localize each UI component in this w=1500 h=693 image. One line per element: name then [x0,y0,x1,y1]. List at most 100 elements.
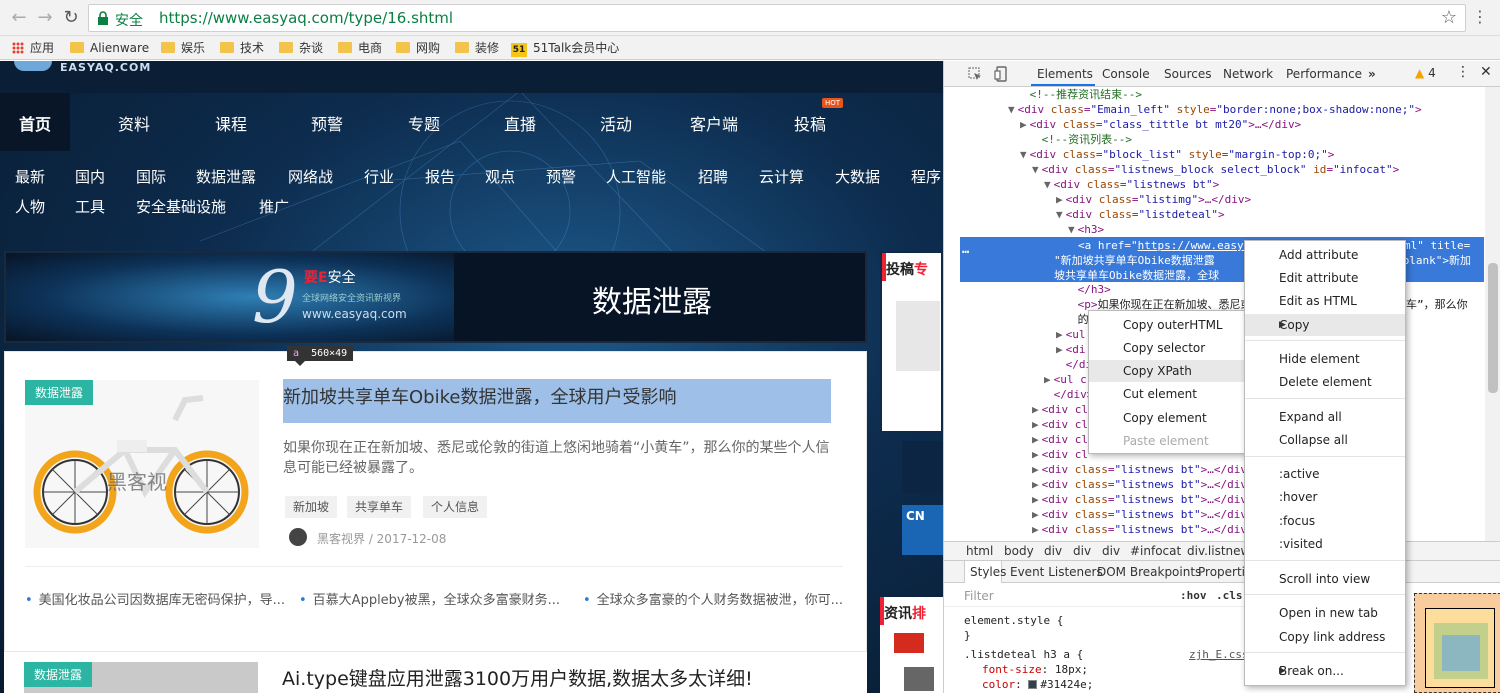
dom-node-line[interactable]: ▶ <div class="listnews bt">…</div [1032,507,1247,522]
menu-copy-outerhtml[interactable]: Copy outerHTML [1089,314,1245,336]
selected-node-text[interactable]: <a href="https://www.easya [1078,238,1250,253]
bookmark-alienware[interactable]: Alienware [70,39,149,57]
nav-events[interactable]: 活动 [600,111,632,135]
breadcrumb-item[interactable]: html [966,544,993,558]
menu-delete-element[interactable]: Delete element [1245,371,1405,393]
article-thumbnail[interactable]: 数据泄露 黑客视 [25,380,259,548]
nav-courses[interactable]: 课程 [215,111,247,135]
menu-add-attribute[interactable]: Add attribute [1245,244,1405,266]
dom-node-line[interactable]: ▼ <div class="Emain_left" style="border:n… [1008,102,1422,117]
subnav-reports[interactable]: 报告 [425,166,455,187]
tab-sources[interactable]: Sources [1164,67,1211,81]
bookmark-entertainment[interactable]: 娱乐 [161,39,205,57]
dom-node-line[interactable]: ▼ <h3> [1068,222,1104,237]
selected-node-text[interactable]: ml" title= [1404,238,1470,253]
menu-break-on[interactable]: Break on... ▶ [1245,660,1405,682]
css-declaration[interactable]: color: #31424e; [982,677,1093,692]
css-declaration[interactable]: font-size: 18px; [982,662,1088,677]
menu-copy-element[interactable]: Copy element [1089,407,1245,429]
related-link[interactable]: 百慕大Appleby被黑，全球众多富豪财务... [299,589,560,608]
bookmark-star-icon[interactable]: ☆ [1441,7,1457,28]
dom-node-line[interactable]: 车”，那么你 [1406,297,1468,312]
close-icon[interactable]: ✕ [1480,64,1492,80]
reload-icon[interactable]: ↻ [60,7,82,29]
dom-node-line[interactable]: ▶ <div class="listnews bt">…</div [1032,477,1247,492]
nav-topics[interactable]: 专题 [408,111,440,135]
collapse-arrow-icon[interactable]: ▶ [1032,493,1039,506]
sidebar-ad[interactable] [902,441,943,493]
tab-dom-breakpoints[interactable]: DOM Breakpoints [1097,565,1201,579]
collapse-arrow-icon[interactable]: ▶ [1056,193,1063,206]
dom-node-line[interactable]: ▶ <div class="listnews bt">…</div [1032,492,1247,507]
article-title[interactable]: Ai.type键盘应用泄露3100万用户数据,数据太多太详细! [282,664,753,691]
subnav-industry[interactable]: 行业 [364,166,394,187]
dom-node-line[interactable]: ▼ <div class="listnews bt"> [1044,177,1219,192]
expand-arrow-icon[interactable]: ▼ [1008,103,1015,116]
selected-node-text[interactable]: "新加坡共享单车Obike数据泄露 [1054,253,1215,268]
browser-menu-icon[interactable]: ⋮ [1472,7,1488,26]
subnav-promo[interactable]: 推广 [259,196,289,217]
css-source[interactable]: zjh_E.css [1189,648,1249,661]
breadcrumb-item[interactable]: div [1073,544,1091,558]
collapse-arrow-icon[interactable]: ▶ [1032,508,1039,521]
menu-force-focus[interactable]: :focus [1245,510,1405,532]
related-link[interactable]: 美国化妆品公司因数据库无密码保护，导... [25,589,285,608]
menu-edit-attribute[interactable]: Edit attribute [1245,267,1405,289]
expand-arrow-icon[interactable]: ▼ [1068,223,1075,236]
tab-console[interactable]: Console [1102,67,1150,81]
dom-scrollbar[interactable] [1485,87,1500,541]
menu-copy-selector[interactable]: Copy selector [1089,337,1245,359]
dom-node-line[interactable]: ▶ <div cl [1032,417,1088,432]
tab-network[interactable]: Network [1223,67,1273,81]
cls-toggle[interactable]: .cls [1216,589,1243,602]
dom-node-line[interactable]: ▶ <ul c [1044,372,1087,387]
bookmark-tech[interactable]: 技术 [220,39,264,57]
bookmark-shopping[interactable]: 网购 [396,39,440,57]
forward-icon[interactable]: → [34,7,56,29]
subnav-data-leak[interactable]: 数据泄露 [196,166,256,187]
bookmark-decoration[interactable]: 装修 [455,39,499,57]
expand-arrow-icon[interactable]: ▼ [1044,178,1051,191]
nav-live[interactable]: 直播 [504,111,536,135]
bookmark-misc[interactable]: 杂谈 [279,39,323,57]
devtools-menu-icon[interactable]: ⋮ [1456,64,1470,80]
collapse-arrow-icon[interactable]: ▶ [1032,448,1039,461]
subnav-program[interactable]: 程序 [911,166,941,187]
dom-node-line[interactable]: ▼ <div class="block_list" style="margin-t… [1020,147,1334,162]
nav-home[interactable]: 首页 [0,93,70,151]
dom-node-line[interactable]: ▶ <div class="listnews bt">…</div [1032,462,1247,477]
dom-node-line[interactable]: ▶</h3> [1068,282,1111,297]
warning-counter[interactable]: ▲ 4 [1415,66,1436,80]
tag-chip[interactable]: 共享单车 [347,496,412,518]
subnav-cyberwar[interactable]: 网络战 [288,166,333,187]
css-source-link[interactable]: zjh_E.css [1189,647,1249,662]
dom-node-line[interactable]: ▶ <div cl [1032,447,1088,462]
menu-cut-element[interactable]: Cut element [1089,383,1245,405]
collapse-arrow-icon[interactable]: ▶ [1044,373,1051,386]
menu-copy-xpath[interactable]: Copy XPath [1089,360,1245,382]
dom-node-line[interactable]: ▶ <ul [1056,327,1086,342]
dom-node-line[interactable]: ▶<!--资讯列表--> [1032,132,1132,147]
avatar[interactable] [289,528,307,546]
dom-node-line[interactable]: ▼ <div class="listdeteal"> [1056,207,1225,222]
menu-copy-link-address[interactable]: Copy link address [1245,626,1405,648]
expand-arrow-icon[interactable]: ▼ [1032,163,1039,176]
node-actions-icon[interactable]: … [962,242,969,256]
expand-arrow-icon[interactable]: ▼ [1020,148,1027,161]
menu-scroll-into-view[interactable]: Scroll into view [1245,568,1405,590]
menu-expand-all[interactable]: Expand all [1245,406,1405,428]
tag-chip[interactable]: 个人信息 [423,496,488,518]
back-icon[interactable]: ← [8,7,30,29]
nav-alerts[interactable]: 预警 [311,111,343,135]
collapse-arrow-icon[interactable]: ▶ [1032,478,1039,491]
category-tag[interactable]: 数据泄露 [24,662,93,687]
scroll-top-icon[interactable] [904,667,934,691]
dom-node-line[interactable]: ▶ <div class="listnews bt">…</div [1032,522,1247,537]
selected-node-text[interactable]: 坡共享单车Obike数据泄露，全球 [1054,268,1219,283]
menu-force-visited[interactable]: :visited [1245,533,1405,555]
inspect-icon[interactable] [968,67,982,81]
dom-node-line[interactable]: ▶ <div cl [1032,432,1088,447]
breadcrumb-item[interactable]: div [1102,544,1120,558]
nav-client[interactable]: 客户端 [690,111,738,135]
subnav-tools[interactable]: 工具 [75,196,105,217]
